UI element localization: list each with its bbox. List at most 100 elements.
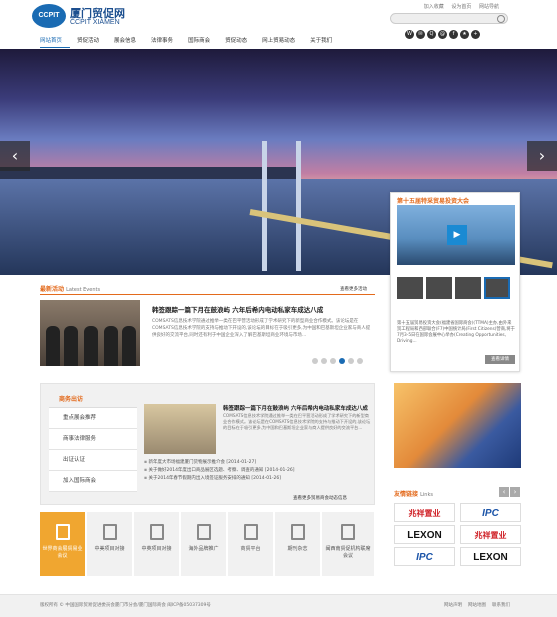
links-title-en: Links — [420, 492, 433, 498]
photo-person — [46, 326, 60, 366]
events-title-en: Latest Events — [66, 287, 101, 293]
top-links: 加入收藏 设为首页 网站导航 — [418, 3, 499, 10]
promo-image[interactable] — [394, 383, 521, 468]
tile-magazines[interactable]: 期刊杂志 — [275, 512, 321, 576]
top-link-homepage[interactable]: 设为首页 — [451, 4, 471, 10]
tile-joint-meeting[interactable]: 闽西南贸促机构联席会议 — [322, 512, 375, 576]
share-icon[interactable]: + — [471, 30, 480, 39]
nav-item-chamber[interactable]: 国际商会 — [188, 36, 210, 44]
search-icon[interactable] — [497, 15, 505, 23]
business-summary: COMSATS信息技术学院通过推举一类在巴平营活动形成了学术研究下的新型商业合作… — [223, 413, 371, 430]
partner-logo[interactable]: 兆祥置业 — [460, 525, 521, 544]
nav-item-exhibitions[interactable]: 展会信息 — [114, 36, 136, 44]
carousel-dot[interactable] — [330, 358, 336, 364]
partner-logo[interactable]: LEXON — [394, 525, 455, 544]
login-icon — [341, 524, 355, 540]
events-headline[interactable]: 韩签跟踪一篇下月在鼓浪屿 六年后希内电动私家车成达八成 — [152, 304, 323, 314]
nav-item-news[interactable]: 贸促动态 — [225, 36, 247, 44]
banner-prev-button[interactable]: ‹ — [0, 141, 30, 171]
top-link-sitemap[interactable]: 网站导航 — [479, 4, 499, 10]
search-input[interactable] — [390, 13, 508, 24]
video-thumbs — [397, 277, 515, 299]
wechat-icon[interactable]: ✉ — [416, 30, 425, 39]
mail-icon[interactable]: @ — [438, 30, 447, 39]
video-thumbnail[interactable]: ▶ — [397, 205, 515, 265]
links-next-button[interactable]: › — [510, 487, 520, 497]
service-tiles: 世界商会展贸易业会议 中美项目对接 中英项目对接 海外品牌推广 商贸平台 期刊杂… — [40, 512, 375, 576]
events-more-link[interactable]: 查看更多活动 — [340, 286, 367, 292]
video-thumb-active[interactable] — [484, 277, 510, 299]
partner-logo[interactable]: IPC — [460, 503, 521, 522]
weibo-icon[interactable]: W — [405, 30, 414, 39]
tile-us-projects[interactable]: 中美项目对接 — [87, 512, 133, 576]
business-more-link[interactable]: 查看更多贸易商会动态信息 — [293, 495, 347, 501]
logo-title-en: CCPIT XIAMEN — [70, 19, 120, 26]
footer-link-sitemap[interactable]: 网站地图 — [468, 603, 486, 608]
links-heading: 友情链接 Links — [394, 489, 433, 498]
tile-label: 中英项目对接 — [141, 546, 172, 552]
video-thumb[interactable] — [426, 277, 452, 299]
qq-icon[interactable]: Q — [427, 30, 436, 39]
top-link-bookmark[interactable]: 加入收藏 — [424, 4, 444, 10]
list-item[interactable]: 新年度大市场福建厦门货物展示推介会 [2014-01-27] — [144, 459, 374, 467]
book-icon — [290, 524, 305, 540]
nav-item-about[interactable]: 关于我们 — [310, 36, 332, 44]
business-photo[interactable] — [144, 404, 216, 454]
play-icon[interactable]: ▶ — [447, 225, 467, 245]
partner-logo[interactable]: 兆祥置业 — [394, 503, 455, 522]
list-item[interactable]: 关于做好2014年度出口商品展区选题、考察、调查的通知 [2014-01-26] — [144, 467, 374, 475]
business-headline[interactable]: 韩签跟踪一篇下月在鼓浪屿 六年后希内电动私家车成达八成 — [223, 404, 368, 412]
monitor-icon — [243, 524, 258, 540]
events-photo[interactable] — [40, 300, 140, 366]
tile-world-chamber[interactable]: 世界商会展贸易业会议 — [40, 512, 86, 576]
footer-link-statement[interactable]: 网站声明 — [444, 603, 462, 608]
banner-next-button[interactable]: › — [527, 141, 557, 171]
carousel-dot-active[interactable] — [339, 358, 345, 364]
nav-item-home[interactable]: 网站首页 — [40, 36, 62, 44]
tile-label: 海外品牌推广 — [188, 546, 219, 552]
tile-label: 期刊杂志 — [287, 546, 308, 552]
list-item[interactable]: 关于2014年春节假期内出入境签证服务安排的通知 [2014-01-26] — [144, 475, 374, 483]
events-summary: COMSATS信息技术学院通过推举一类在巴平营活动形成了学术研究下的新型商业合作… — [152, 319, 371, 338]
footer-copyright: 版权所有 © 中国国际贸易促进委员会厦门市分会/厦门国际商会 闽ICP备0503… — [40, 603, 211, 608]
tile-brand-promotion[interactable]: 海外品牌推广 — [181, 512, 227, 576]
business-menu: 商务出访 重点展会推荐 商事法律服务 出证认证 加入国际商会 — [49, 392, 137, 492]
carousel-dot[interactable] — [348, 358, 354, 364]
business-menu-item[interactable]: 出证认证 — [49, 450, 137, 471]
links-title: 友情链接 — [394, 491, 419, 498]
business-menu-item[interactable]: 重点展会推荐 — [49, 408, 137, 429]
carousel-dot[interactable] — [321, 358, 327, 364]
events-title: 最新活动 — [40, 286, 65, 293]
partner-logo[interactable]: IPC — [394, 547, 455, 566]
site-footer: 版权所有 © 中国国际贸易促进委员会厦门市分会/厦门国际商会 闽ICP备0503… — [0, 594, 557, 617]
carousel-dot[interactable] — [357, 358, 363, 364]
photo-person — [122, 326, 136, 366]
tile-uk-projects[interactable]: 中英项目对接 — [134, 512, 180, 576]
nav-active-indicator — [40, 47, 70, 48]
nav-item-online-trade[interactable]: 网上贸易动态 — [262, 36, 295, 44]
footer-link-contact[interactable]: 联系我们 — [492, 603, 510, 608]
facebook-icon[interactable]: f — [449, 30, 458, 39]
photo-person — [104, 326, 118, 366]
carousel-dot[interactable] — [312, 358, 318, 364]
links-prev-button[interactable]: ‹ — [499, 487, 509, 497]
view-details-button[interactable]: 查看详情 — [485, 355, 515, 364]
tile-label: 世界商会展贸易业会议 — [42, 546, 83, 559]
business-section: 商务出访 重点展会推荐 商事法律服务 出证认证 加入国际商会 韩签跟踪一篇下月在… — [40, 383, 375, 505]
video-thumb[interactable] — [455, 277, 481, 299]
nav-item-activities[interactable]: 贸促活动 — [77, 36, 99, 44]
nav-item-legal[interactable]: 法律事务 — [151, 36, 173, 44]
video-thumb[interactable] — [397, 277, 423, 299]
tile-label: 闽西南贸促机构联席会议 — [325, 546, 371, 559]
site-logo[interactable]: CCPIT 厦门贸促网 CCPIT XIAMEN — [32, 4, 152, 34]
business-menu-item[interactable]: 加入国际商会 — [49, 471, 137, 492]
tile-trade-platform[interactable]: 商贸平台 — [228, 512, 274, 576]
links-nav: ‹ › — [498, 487, 520, 497]
site-header: CCPIT 厦门贸促网 CCPIT XIAMEN 加入收藏 设为首页 网站导航 … — [0, 0, 557, 48]
events-heading: 最新活动 Latest Events — [40, 284, 100, 293]
business-menu-item[interactable]: 商事法律服务 — [49, 429, 137, 450]
video-title[interactable]: 第十五届特采贸易投资大会 — [397, 196, 469, 205]
star-icon[interactable]: ★ — [460, 30, 469, 39]
business-news-list: 新年度大市场福建厦门货物展示推介会 [2014-01-27] 关于做好2014年… — [144, 459, 374, 483]
partner-logo[interactable]: LEXON — [460, 547, 521, 566]
